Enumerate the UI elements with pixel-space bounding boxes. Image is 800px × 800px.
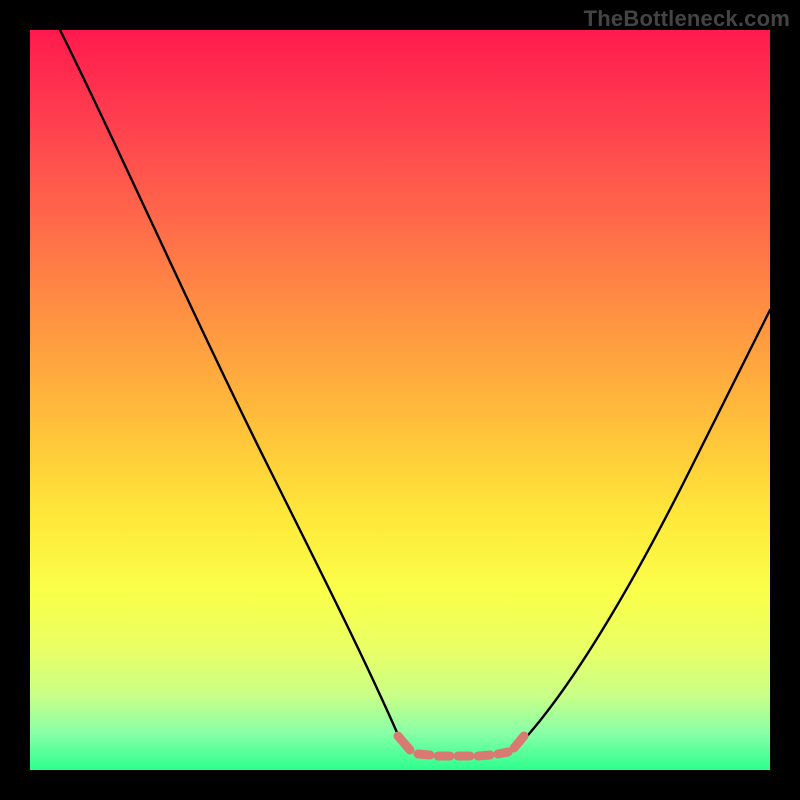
curve-overlay (30, 30, 770, 770)
flat-segment (398, 736, 524, 756)
curve-right (520, 310, 770, 744)
plot-area (30, 30, 770, 770)
chart-frame: TheBottleneck.com (0, 0, 800, 800)
curve-left (60, 30, 402, 744)
watermark-text: TheBottleneck.com (584, 6, 790, 32)
